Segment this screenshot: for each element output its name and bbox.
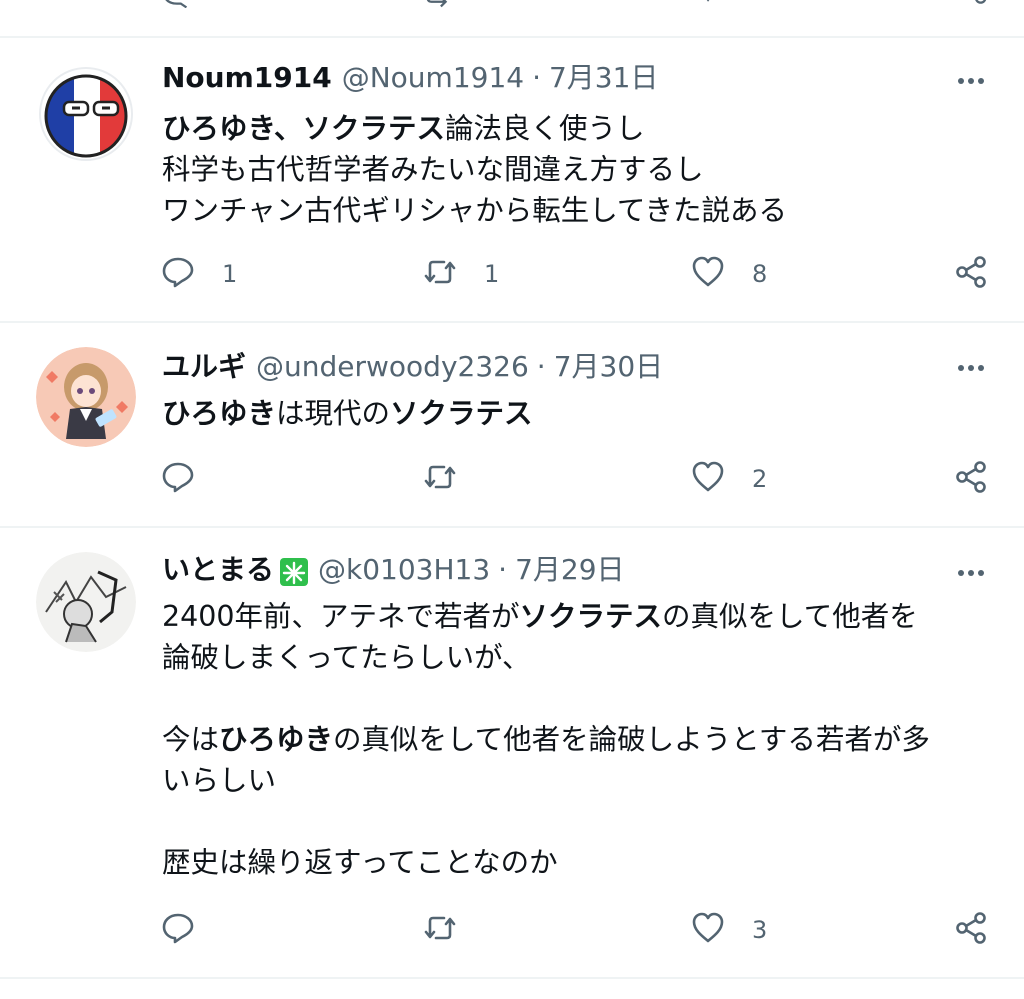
text-segment: 2400年前、アテネで若者が: [162, 600, 520, 633]
anime-character-avatar-icon: [36, 347, 136, 447]
text-segment: ワンチャン古代ギリシャから転生してきた説ある: [162, 194, 788, 227]
text-segment: 論破しまくってたらしいが、: [162, 641, 531, 674]
reply-button[interactable]: 1: [160, 252, 237, 296]
reply-button[interactable]: [160, 908, 222, 952]
share-button[interactable]: [954, 457, 990, 501]
more-icon[interactable]: [954, 351, 988, 385]
tweet-text-line: 今はひろゆきの真似をして他者を論破しようとする若者が多: [162, 719, 994, 760]
tweet-date[interactable]: 7月29日: [515, 550, 624, 590]
text-segment: 論法良く使うし: [445, 112, 645, 145]
tweet[interactable]: ユルギ @underwoody2326 · 7月30日 ひろゆきは現代のソクラテ…: [0, 323, 1024, 528]
tweet-text-line: 論破しまくってたらしいが、: [162, 637, 994, 678]
tweet-text-line: いらしい: [162, 760, 994, 801]
like-icon: [690, 254, 726, 294]
tweet-text: ひろゆきは現代のソクラテス: [162, 393, 994, 434]
display-name[interactable]: Noum1914: [162, 58, 332, 98]
share-button[interactable]: [954, 252, 990, 296]
reply-icon: [160, 459, 196, 499]
text-segment: の真似をして他者を論破しようとする若者が多: [333, 723, 930, 756]
tweet-header: Noum1914 @Noum1914 · 7月31日: [162, 58, 658, 98]
highlighted-keyword: ひろゆき: [219, 723, 334, 756]
share-icon[interactable]: [958, 0, 992, 8]
manga-sketch-avatar-icon: [36, 552, 136, 652]
text-segment: 科学も古代哲学者みたいな間違え方するし: [162, 153, 704, 186]
display-name[interactable]: いとまる: [162, 550, 274, 590]
tweet-date[interactable]: 7月31日: [549, 58, 658, 98]
highlighted-keyword: ひろゆき、ソクラテス: [162, 112, 446, 145]
like-count: 3: [752, 916, 768, 944]
display-name[interactable]: ユルギ: [162, 347, 246, 387]
user-handle[interactable]: @k0103H13: [318, 550, 490, 590]
tweet-text-line: ワンチャン古代ギリシャから転生してきた説ある: [162, 190, 994, 231]
retweet-button[interactable]: [422, 908, 484, 952]
retweet-count: 1: [484, 260, 500, 288]
retweet-icon: [422, 910, 458, 950]
text-segment: の真似をして他者を: [662, 600, 918, 633]
tweet-text-line: 科学も古代哲学者みたいな間違え方するし: [162, 149, 994, 190]
retweet-icon[interactable]: [422, 0, 456, 8]
retweet-icon: [422, 254, 458, 294]
retweet-button[interactable]: 1: [422, 252, 499, 296]
tweet-text: ひろゆき、ソクラテス論法良く使うし科学も古代哲学者みたいな間違え方するしワンチャ…: [162, 108, 994, 231]
tweet-actions: 2: [0, 457, 1024, 501]
user-handle[interactable]: @Noum1914: [342, 58, 524, 98]
tweet-actions: 1 1 8: [0, 252, 1024, 296]
separator: ·: [498, 553, 508, 586]
tweet[interactable]: いとまる @k0103H13 · 7月29日 2400年前、アテネで若者がソクラ…: [0, 528, 1024, 979]
tweet-text-line: [162, 801, 994, 842]
tweet-actions: 3: [0, 908, 1024, 952]
tweet-text-line: ひろゆきは現代のソクラテス: [162, 393, 994, 434]
like-icon: [690, 910, 726, 950]
like-button[interactable]: 8: [690, 252, 767, 296]
highlighted-keyword: ひろゆき: [162, 397, 277, 430]
previous-tweet-actions: [0, 0, 1024, 38]
highlighted-keyword: ソクラテス: [390, 397, 533, 430]
reply-icon[interactable]: [160, 0, 194, 9]
like-count: 2: [752, 465, 768, 493]
tweet-text-line: 歴史は繰り返すってことなのか: [162, 842, 994, 883]
green-sparkle-badge-icon: [280, 558, 309, 586]
highlighted-keyword: ソクラテス: [519, 600, 663, 633]
more-icon[interactable]: [954, 556, 988, 590]
separator: ·: [536, 350, 546, 383]
france-ball-avatar-icon: [36, 64, 136, 164]
text-segment: は現代の: [276, 397, 391, 430]
tweet-header: ユルギ @underwoody2326 · 7月30日: [162, 347, 663, 387]
text-segment: いらしい: [162, 764, 277, 797]
user-handle[interactable]: @underwoody2326: [256, 347, 529, 387]
share-icon: [954, 910, 990, 950]
separator: ·: [532, 61, 541, 94]
tweet-text: 2400年前、アテネで若者がソクラテスの真似をして他者を論破しまくってたらしいが…: [162, 596, 994, 883]
tweet-text-line: 2400年前、アテネで若者がソクラテスの真似をして他者を: [162, 596, 994, 637]
reply-count: 1: [222, 260, 238, 288]
reply-icon: [160, 254, 196, 294]
tweet-text-line: ひろゆき、ソクラテス論法良く使うし: [162, 108, 994, 149]
share-icon: [954, 459, 990, 499]
like-icon: [690, 459, 726, 499]
retweet-button[interactable]: [422, 457, 484, 501]
avatar[interactable]: [36, 64, 136, 164]
like-button[interactable]: 3: [690, 908, 767, 952]
tweet-text-line: [162, 678, 994, 719]
tweet[interactable]: Noum1914 @Noum1914 · 7月31日 ひろゆき、ソクラテス論法良…: [0, 36, 1024, 323]
share-button[interactable]: [954, 908, 990, 952]
retweet-icon: [422, 459, 458, 499]
avatar[interactable]: [36, 347, 136, 447]
like-button[interactable]: 2: [690, 457, 767, 501]
tweet-date[interactable]: 7月30日: [554, 347, 663, 387]
text-segment: 今は: [162, 723, 220, 756]
like-count: 8: [752, 260, 768, 288]
timeline: Noum1914 @Noum1914 · 7月31日 ひろゆき、ソクラテス論法良…: [0, 0, 1024, 999]
more-icon[interactable]: [954, 64, 988, 98]
share-icon: [954, 254, 990, 294]
avatar[interactable]: [36, 552, 136, 652]
tweet-header: いとまる @k0103H13 · 7月29日: [162, 550, 625, 590]
text-segment: 歴史は繰り返すってことなのか: [162, 846, 558, 879]
reply-button[interactable]: [160, 457, 222, 501]
reply-icon: [160, 910, 196, 950]
like-icon[interactable]: [692, 0, 726, 8]
